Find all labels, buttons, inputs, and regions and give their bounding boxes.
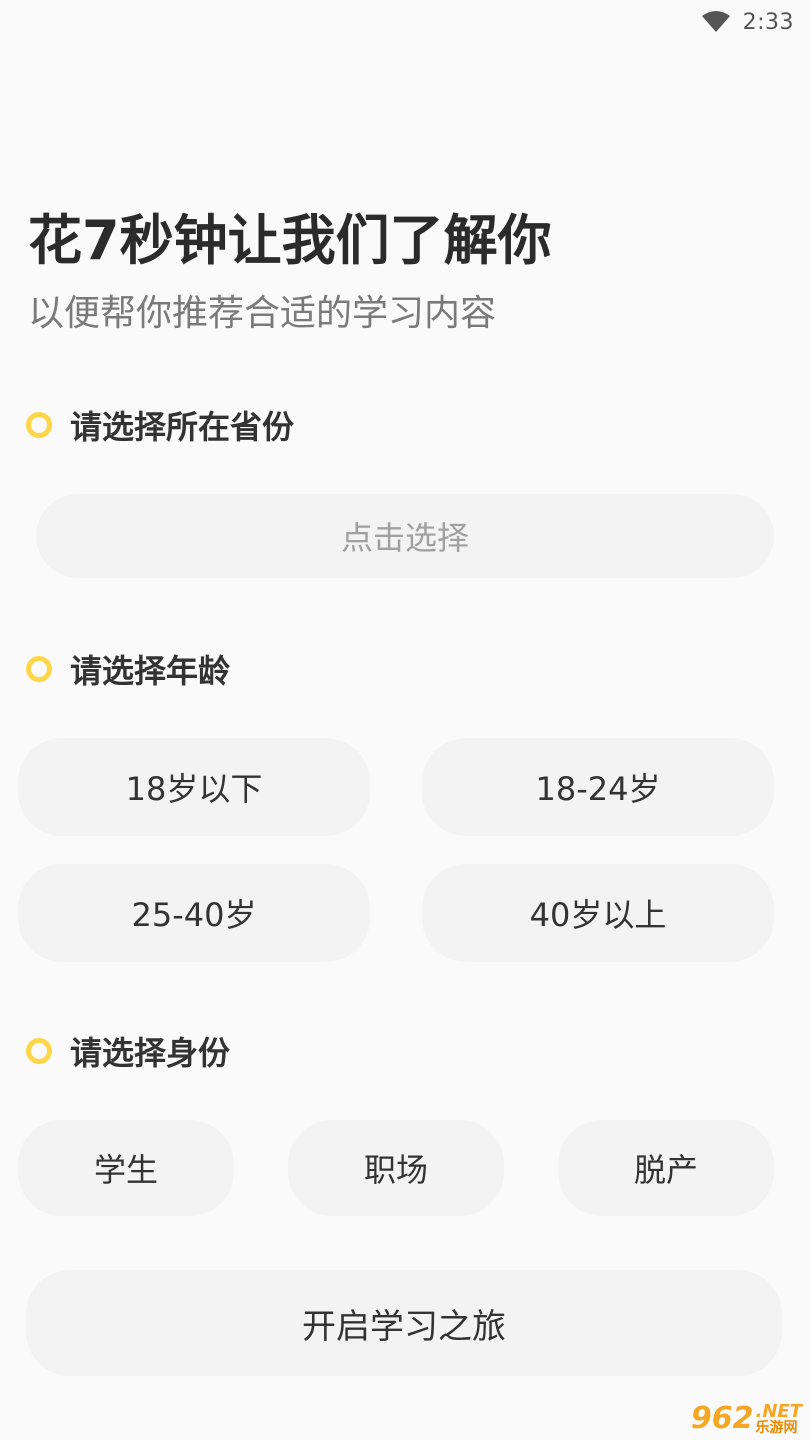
onboarding-screen: 2:33 花7秒钟让我们了解你 以便帮你推荐合适的学习内容 请选择所在省份 点击… <box>0 0 810 1440</box>
start-learning-button[interactable]: 开启学习之旅 <box>26 1270 782 1376</box>
status-time: 2:33 <box>742 9 794 35</box>
watermark-net: .NET <box>755 1400 802 1422</box>
page-subtitle: 以便帮你推荐合适的学习内容 <box>28 293 497 334</box>
age-section-header: 请选择年龄 <box>26 646 230 692</box>
ring-bullet-icon <box>26 656 52 682</box>
identity-option-student[interactable]: 学生 <box>18 1120 234 1216</box>
province-section-header: 请选择所在省份 <box>26 402 294 448</box>
age-option-25-40[interactable]: 25-40岁 <box>18 864 370 962</box>
province-select-button[interactable]: 点击选择 <box>36 494 774 578</box>
identity-option-fulltime-study[interactable]: 脱产 <box>558 1120 774 1216</box>
site-watermark: 962 .NET 乐游网 <box>691 1401 802 1436</box>
ring-bullet-icon <box>26 1038 52 1064</box>
identity-section-header: 请选择身份 <box>26 1028 230 1074</box>
age-section-label: 请选择年龄 <box>70 652 231 690</box>
identity-section-label: 请选择身份 <box>70 1034 231 1072</box>
identity-option-workplace[interactable]: 职场 <box>288 1120 504 1216</box>
age-option-under-18[interactable]: 18岁以下 <box>18 738 370 836</box>
status-bar: 2:33 <box>0 0 810 44</box>
watermark-cn: 乐游网 <box>755 1419 798 1436</box>
ring-bullet-icon <box>26 412 52 438</box>
age-option-18-24[interactable]: 18-24岁 <box>422 738 774 836</box>
watermark-number: 962 <box>690 1401 754 1436</box>
province-section-label: 请选择所在省份 <box>70 408 295 446</box>
page-title: 花7秒钟让我们了解你 <box>28 209 552 272</box>
wifi-icon <box>701 10 731 34</box>
age-option-over-40[interactable]: 40岁以上 <box>422 864 774 962</box>
